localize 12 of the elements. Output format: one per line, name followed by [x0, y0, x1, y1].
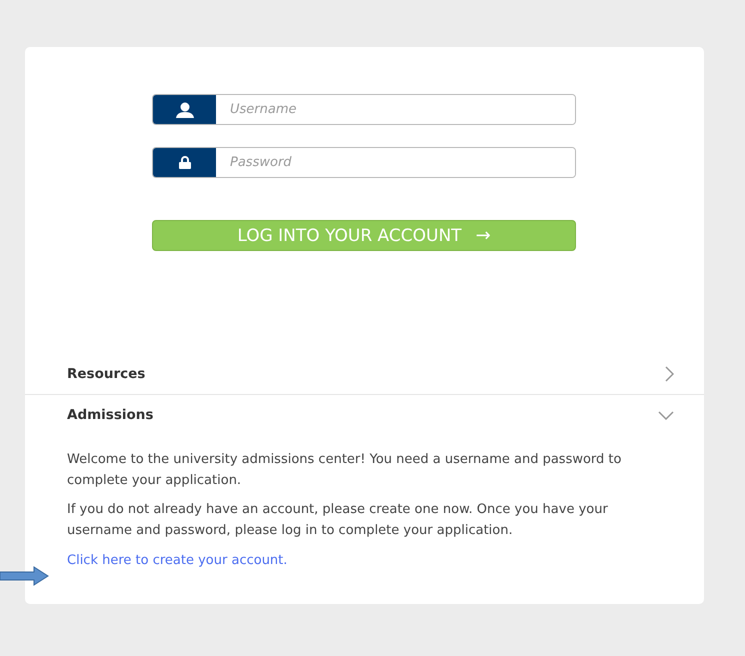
accordion-header[interactable]: Resources	[25, 354, 704, 395]
username-field[interactable]: Username	[152, 94, 576, 125]
accordion-header[interactable]: Admissions	[25, 395, 704, 435]
lock-icon	[178, 156, 190, 169]
password-field[interactable]: Password	[152, 147, 576, 178]
user-icon	[174, 102, 194, 118]
annotation-arrow-drawing	[0, 566, 50, 586]
chevron-right-icon[interactable]	[665, 366, 674, 382]
paragraph: If you do not already have an account, please create one now. Once you have your username and password, please log in to complete your application.	[67, 501, 609, 540]
chevron-down-icon[interactable]	[658, 410, 674, 420]
paragraph: Welcome to the university admissions center! You need a username and password to complete your application.	[67, 451, 622, 490]
create-account-link[interactable]: Click here to create your account.	[67, 553, 288, 568]
